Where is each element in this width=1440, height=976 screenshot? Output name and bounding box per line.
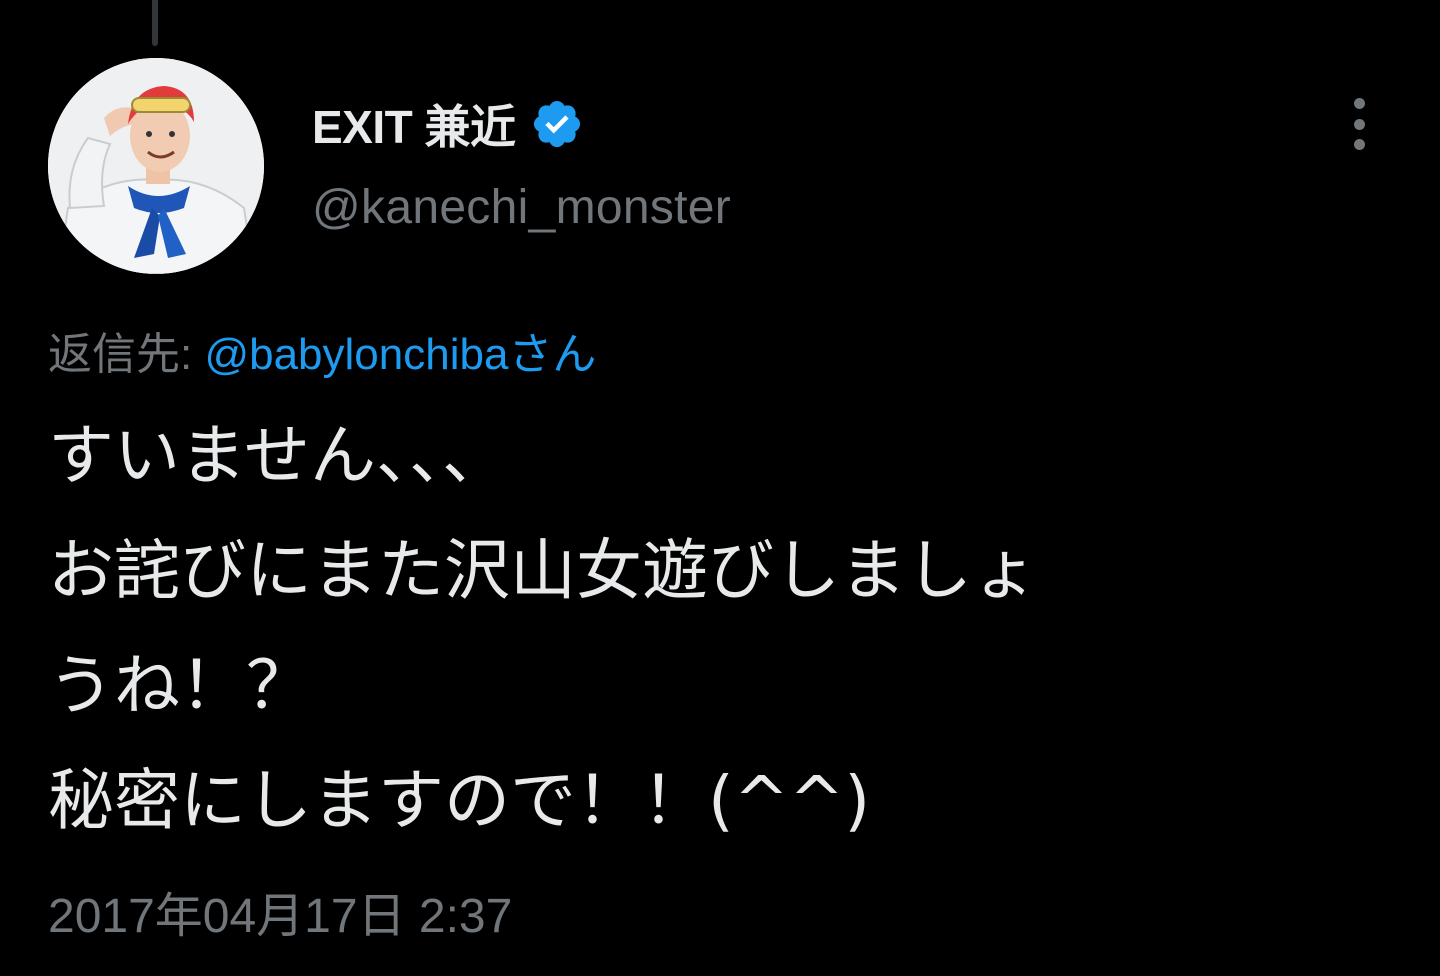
- tweet-text-line: 秘密にしますので！！(^^): [48, 762, 871, 839]
- more-vertical-icon: [1353, 98, 1365, 109]
- reply-prefix: 返信先:: [48, 330, 205, 379]
- more-vertical-icon-dot: [1353, 139, 1365, 150]
- tweet-text-line: すいません、、、: [48, 417, 509, 494]
- tweet-text-line: お詫びにまた沢山女遊びしましょ: [48, 532, 1038, 609]
- tweet-body: すいません、、、 お詫びにまた沢山女遊びしましょ うね！？ 秘密にしますので！！…: [48, 398, 1388, 858]
- reply-context: 返信先: @babylonchibaさん: [48, 318, 596, 382]
- display-name[interactable]: EXIT 兼近: [312, 91, 516, 157]
- reply-mention-link[interactable]: @babylonchibaさん: [204, 330, 596, 379]
- thread-connector-line: [152, 0, 158, 46]
- avatar-image: [48, 58, 264, 274]
- tweet-timestamp[interactable]: 2017年04月17日 2:37: [48, 876, 512, 946]
- more-vertical-icon-dot: [1353, 118, 1365, 130]
- tweet-text-line: うね！？: [48, 647, 312, 724]
- verified-badge-icon: [530, 97, 584, 151]
- avatar[interactable]: [48, 58, 264, 274]
- more-options-button[interactable]: [1336, 92, 1382, 156]
- user-handle[interactable]: @kanechi_monster: [312, 180, 731, 235]
- author-name-row: EXIT 兼近: [312, 92, 584, 156]
